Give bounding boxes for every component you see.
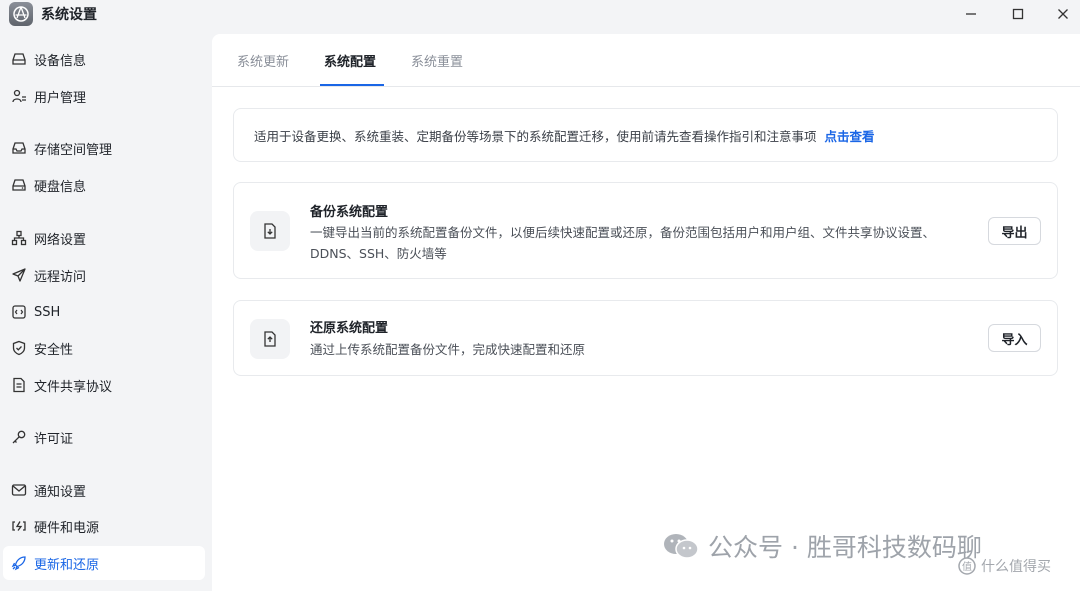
- title-bar: 系统设置: [0, 0, 1080, 34]
- restore-title: 还原系统配置: [310, 321, 389, 336]
- sidebar-item-disk-info[interactable]: 硬盘信息: [3, 168, 205, 202]
- site-logo-icon: 值: [958, 557, 976, 575]
- backup-description: 一键导出当前的系统配置备份文件，以便后续快速配置或还原，备份范围包括用户和用户组…: [310, 225, 936, 261]
- restore-config-card: 还原系统配置 通过上传系统配置备份文件，完成快速配置和还原 导入: [233, 300, 1058, 376]
- sidebar-item-ssh[interactable]: SSH: [3, 295, 205, 329]
- wechat-icon: [664, 534, 699, 559]
- sidebar: 设备信息 用户管理 存储空间管理 硬盘信息 网络设置 远程访问 SSH 安全性 …: [0, 34, 212, 591]
- sidebar-item-update-restore[interactable]: 更新和还原: [3, 546, 205, 580]
- minimize-button[interactable]: [957, 2, 985, 26]
- export-button[interactable]: 导出: [988, 217, 1041, 245]
- tab-system-config[interactable]: 系统配置: [324, 51, 376, 87]
- close-button[interactable]: [1049, 2, 1077, 26]
- minimize-icon: [966, 13, 976, 15]
- sidebar-item-label: 设备信息: [34, 53, 87, 69]
- network-icon: [11, 230, 27, 246]
- notice-text: 适用于设备更换、系统重装、定期备份等场景下的系统配置迁移，使用前请先查看操作指引…: [254, 129, 817, 144]
- upload-icon: [250, 319, 290, 359]
- mail-icon: [11, 484, 27, 496]
- tab-system-update[interactable]: 系统更新: [237, 51, 289, 87]
- restore-description: 通过上传系统配置备份文件，完成快速配置和还原: [310, 342, 586, 357]
- backup-config-card: 备份系统配置 一键导出当前的系统配置备份文件，以便后续快速配置或还原，备份范围包…: [233, 182, 1058, 279]
- disk-icon: [12, 179, 26, 191]
- aperture-icon: [9, 2, 33, 26]
- maximize-button[interactable]: [1004, 2, 1032, 26]
- sidebar-item-label: 硬盘信息: [34, 179, 87, 195]
- active-tab-indicator: [320, 84, 384, 86]
- sidebar-item-label: SSH: [34, 304, 61, 320]
- sidebar-item-label: 远程访问: [34, 269, 87, 285]
- user-icon: [12, 89, 26, 103]
- sidebar-item-user-management[interactable]: 用户管理: [3, 79, 205, 113]
- sidebar-item-label: 存储空间管理: [34, 142, 113, 158]
- file-icon: [13, 377, 25, 393]
- watermark-text: 公众号 · 胜哥科技数码聊: [708, 533, 982, 562]
- sidebar-item-device-info[interactable]: 设备信息: [3, 42, 205, 76]
- sidebar-item-file-sharing[interactable]: 文件共享协议: [3, 368, 205, 402]
- download-icon: [250, 211, 290, 251]
- sidebar-item-label: 通知设置: [34, 484, 87, 500]
- key-icon: [12, 430, 26, 444]
- sidebar-item-label: 网络设置: [34, 232, 87, 248]
- backup-title: 备份系统配置: [310, 205, 389, 220]
- sidebar-item-storage[interactable]: 存储空间管理: [3, 131, 205, 165]
- sidebar-item-network[interactable]: 网络设置: [3, 221, 205, 255]
- sidebar-item-label: 硬件和电源: [34, 520, 100, 536]
- watermark: 公众号 · 胜哥科技数码聊: [662, 528, 982, 564]
- main-panel: 系统更新 系统配置 系统重置 适用于设备更换、系统重装、定期备份等场景下的系统配…: [212, 34, 1080, 591]
- sidebar-item-label: 安全性: [34, 342, 74, 358]
- site-watermark: 值 什么值得买: [957, 556, 1051, 576]
- storage-icon: [12, 142, 26, 154]
- tab-bar: 系统更新 系统配置 系统重置: [212, 34, 1080, 87]
- view-guide-link[interactable]: 点击查看: [825, 129, 875, 144]
- sidebar-item-hardware-power[interactable]: 硬件和电源: [3, 509, 205, 543]
- sidebar-item-remote-access[interactable]: 远程访问: [3, 258, 205, 292]
- sidebar-item-label: 许可证: [34, 431, 74, 447]
- shield-icon: [12, 340, 26, 356]
- sidebar-item-label: 更新和还原: [34, 557, 100, 573]
- site-watermark-text: 什么值得买: [981, 559, 1051, 575]
- tab-system-reset[interactable]: 系统重置: [411, 51, 463, 87]
- send-icon: [12, 268, 26, 282]
- notice-banner: 适用于设备更换、系统重装、定期备份等场景下的系统配置迁移，使用前请先查看操作指引…: [233, 108, 1058, 162]
- rocket-icon: [11, 556, 26, 571]
- svg-text:值: 值: [962, 560, 972, 573]
- app-title: 系统设置: [41, 7, 97, 23]
- maximize-icon: [1012, 8, 1024, 20]
- sidebar-item-security[interactable]: 安全性: [3, 331, 205, 365]
- sidebar-item-license[interactable]: 许可证: [3, 420, 205, 454]
- sidebar-item-notifications[interactable]: 通知设置: [3, 473, 205, 507]
- close-icon: [1058, 9, 1068, 19]
- device-icon: [12, 53, 26, 65]
- sidebar-item-label: 文件共享协议: [34, 379, 113, 395]
- sidebar-item-label: 用户管理: [34, 90, 87, 106]
- notice-text-container: 适用于设备更换、系统重装、定期备份等场景下的系统配置迁移，使用前请先查看操作指引…: [254, 126, 875, 145]
- power-icon: [12, 521, 26, 531]
- import-button[interactable]: 导入: [988, 324, 1041, 352]
- terminal-icon: [12, 305, 26, 319]
